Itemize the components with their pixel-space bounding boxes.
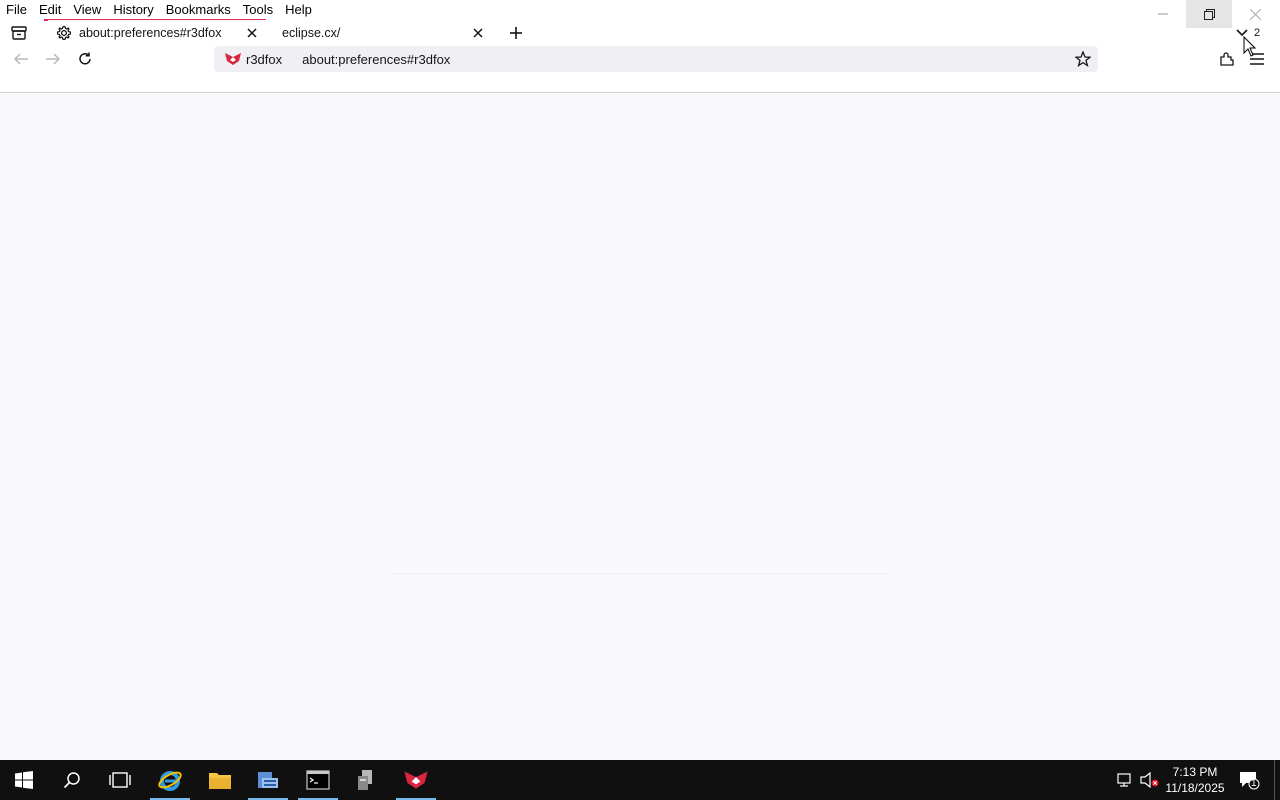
task-view-button[interactable] [96, 760, 144, 800]
network-icon [1117, 773, 1131, 787]
command-prompt-icon [306, 770, 330, 790]
clock[interactable]: 7:13 PM 11/18/2025 [1160, 760, 1230, 800]
menu-help[interactable]: Help [279, 0, 318, 20]
restore-icon [1203, 8, 1215, 20]
taskbar-r3dfox[interactable] [392, 760, 440, 800]
search-icon [63, 772, 80, 789]
menu-tools[interactable]: Tools [237, 0, 279, 20]
tab-preferences[interactable]: about:preferences#r3dfox [48, 20, 266, 46]
tab-close-button[interactable] [242, 23, 262, 43]
menu-view[interactable]: View [67, 0, 107, 20]
nav-bar: r3dfox about:preferences#r3dfox [0, 46, 1280, 72]
start-button[interactable] [0, 760, 48, 800]
taskbar: 7:13 PM 11/18/2025 1 [0, 760, 1280, 800]
back-button[interactable] [8, 46, 34, 72]
tab-title: eclipse.cx/ [282, 26, 341, 40]
volume-tray-button[interactable] [1139, 760, 1161, 800]
tab-title: about:preferences#r3dfox [79, 26, 222, 40]
taskbar-network-app[interactable] [342, 760, 390, 800]
clock-time: 7:13 PM [1172, 765, 1218, 779]
page-content [0, 94, 1280, 760]
show-desktop-button[interactable] [1274, 760, 1280, 800]
focus-line [390, 573, 890, 574]
clock-date: 11/18/2025 [1165, 781, 1225, 795]
extensions-button[interactable] [1214, 46, 1240, 72]
mouse-cursor-icon [1243, 36, 1257, 57]
tab-close-button[interactable] [468, 23, 488, 43]
reload-icon [79, 52, 91, 65]
identity-box[interactable]: r3dfox [216, 48, 290, 70]
menu-edit[interactable]: Edit [33, 0, 67, 20]
taskbar-internet-explorer[interactable] [146, 760, 194, 800]
file-explorer-icon [209, 773, 231, 789]
gear-icon [56, 25, 72, 41]
volume-muted-icon [1140, 772, 1159, 788]
r3dfox-icon [225, 53, 241, 65]
menu-bar: File Edit View History Bookmarks Tools H… [0, 0, 318, 20]
r3dfox-icon [404, 771, 428, 789]
search-button[interactable] [48, 760, 96, 800]
arrow-right-icon [46, 53, 61, 65]
bookmark-star-button[interactable] [1070, 46, 1096, 72]
server-manager-icon [258, 772, 278, 788]
close-icon [473, 28, 483, 38]
tab-eclipse[interactable]: eclipse.cx/ [272, 20, 492, 46]
url-input[interactable]: about:preferences#r3dfox [302, 52, 1070, 67]
task-view-icon [109, 772, 131, 788]
internet-explorer-icon [158, 771, 182, 791]
tab-strip: about:preferences#r3dfox eclipse.cx/ 2 [0, 20, 1280, 46]
menu-bookmarks[interactable]: Bookmarks [160, 0, 237, 20]
forward-button[interactable] [40, 46, 66, 72]
menu-history[interactable]: History [107, 0, 159, 20]
identity-label: r3dfox [246, 51, 283, 67]
url-bar[interactable]: r3dfox about:preferences#r3dfox [214, 46, 1098, 72]
close-icon [1249, 8, 1261, 20]
firefox-view-button[interactable] [8, 22, 30, 44]
plus-icon [510, 27, 522, 39]
firefox-view-icon [11, 26, 27, 40]
minimize-icon [1158, 13, 1168, 15]
action-center-button[interactable]: 1 [1234, 760, 1264, 800]
new-tab-button[interactable] [505, 22, 527, 44]
reload-button[interactable] [72, 46, 98, 72]
taskbar-server-manager[interactable] [244, 760, 292, 800]
star-icon [1075, 51, 1091, 67]
puzzle-icon [1220, 52, 1234, 66]
close-icon [247, 28, 257, 38]
notification-count: 1 [1251, 778, 1257, 789]
browser-toolbar: File Edit View History Bookmarks Tools H… [0, 0, 1280, 93]
menu-file[interactable]: File [0, 0, 33, 20]
browser-window: File Edit View History Bookmarks Tools H… [0, 0, 1280, 760]
taskbar-command-prompt[interactable] [294, 760, 342, 800]
taskbar-file-explorer[interactable] [196, 760, 244, 800]
arrow-left-icon [13, 53, 28, 65]
network-tray-button[interactable] [1115, 760, 1137, 800]
start-icon [15, 771, 33, 789]
network-app-icon [358, 770, 372, 790]
